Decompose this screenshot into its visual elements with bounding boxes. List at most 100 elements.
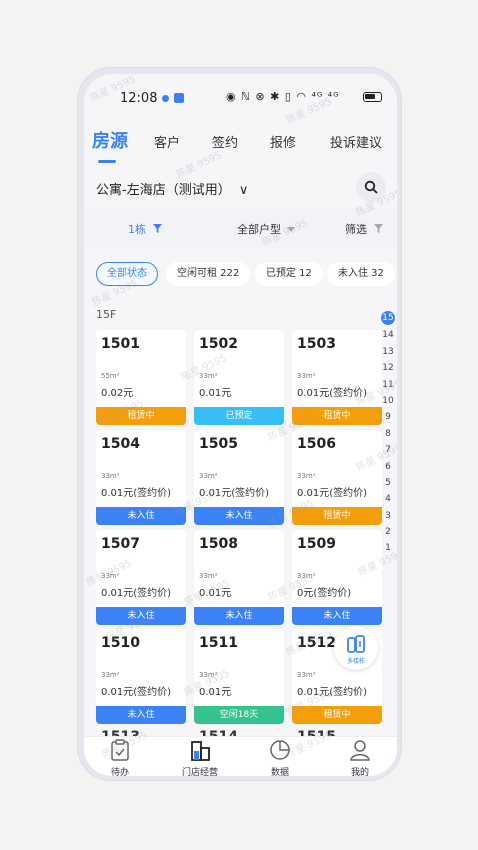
chevron-down-icon: ∨: [238, 183, 249, 198]
room-card[interactable]: 1505 33m² 0.01元(签约价) 未入住: [194, 430, 284, 525]
room-card[interactable]: 1502 33m² 0.01元已预定: [194, 330, 284, 425]
room-number: 1512: [297, 635, 336, 651]
floor-index-item[interactable]: 15: [381, 311, 395, 325]
room-number: 1502: [199, 336, 238, 352]
nav-data[interactable]: 数据: [250, 737, 310, 776]
room-card[interactable]: 1508 33m² 0.01元 未入住: [194, 530, 284, 625]
room-status-badge: 未入住: [194, 607, 284, 625]
screen-filter[interactable]: 筛选: [345, 221, 383, 237]
room-price: 0.01元(签约价): [297, 488, 368, 499]
unit-type-filter[interactable]: 全部户型: [237, 221, 295, 237]
status-bar: 12:08 ◉ ℕ ⊗ ✱ ▯ ◠ ⁴ᴳ ⁴ᴳ: [84, 74, 397, 118]
chip-reserved[interactable]: 已预定 12: [255, 262, 323, 286]
app-notification-icon: [174, 93, 184, 103]
room-number: 1503: [297, 336, 336, 352]
room-area: 33m²: [199, 472, 218, 480]
room-card[interactable]: 1506 33m² 0.01元(签约价) 租赁中: [292, 430, 382, 525]
room-number: 1505: [199, 436, 238, 452]
room-status-badge: 空闲18天: [194, 706, 284, 724]
room-status-badge: 租赁中: [292, 706, 382, 724]
room-number: 1504: [101, 436, 140, 452]
floor-index-item[interactable]: 8: [381, 426, 395, 442]
room-card[interactable]: 1509 33m² 0元(签约价) 未入住: [292, 530, 382, 625]
phone-frame: 12:08 ◉ ℕ ⊗ ✱ ▯ ◠ ⁴ᴳ ⁴ᴳ 房源 客户 签约 报修 投诉建议…: [77, 67, 402, 781]
store-name: 公寓-左海店（测试用）: [96, 183, 231, 198]
store-building-icon: [191, 741, 210, 761]
tab-complaints[interactable]: 投诉建议: [330, 132, 382, 151]
room-area: 33m²: [297, 572, 316, 580]
nav-profile[interactable]: 我的: [330, 737, 390, 776]
multi-building-button[interactable]: 多楼栋: [334, 626, 378, 670]
floor-index-item[interactable]: 10: [381, 393, 395, 409]
floor-index-item[interactable]: 4: [381, 491, 395, 507]
room-area: 33m²: [199, 372, 218, 380]
room-area: 55m²: [101, 372, 120, 380]
room-price: 0.01元: [199, 388, 232, 399]
floor-index-item[interactable]: 3: [381, 508, 395, 524]
room-price: 0.01元(签约价): [199, 488, 270, 499]
room-number: 1507: [101, 536, 140, 552]
room-number: 1509: [297, 536, 336, 552]
store-selector[interactable]: 公寓-左海店（测试用） ∨: [96, 179, 248, 198]
battery-icon: [363, 92, 382, 102]
floor-index-item[interactable]: 11: [381, 377, 395, 393]
room-card[interactable]: 1511 33m² 0.01元 空闲18天: [194, 629, 284, 724]
floor-index-item[interactable]: 1: [381, 540, 395, 556]
floor-index-item[interactable]: 6: [381, 459, 395, 475]
room-price: 0元(签约价): [297, 588, 352, 599]
chip-all-status[interactable]: 全部状态: [96, 262, 158, 286]
room-area: 33m²: [297, 372, 316, 380]
floor-index-item[interactable]: 2: [381, 524, 395, 540]
status-icons: ◉ ℕ ⊗ ✱ ▯ ◠ ⁴ᴳ ⁴ᴳ: [226, 90, 340, 103]
floor-index-item[interactable]: 13: [381, 344, 395, 360]
room-status-badge: 已预定: [194, 407, 284, 425]
app-screen: 12:08 ◉ ℕ ⊗ ✱ ▯ ◠ ⁴ᴳ ⁴ᴳ 房源 客户 签约 报修 投诉建议…: [84, 74, 397, 776]
floor-index-item[interactable]: 14: [381, 327, 395, 343]
room-price: 0.02元: [101, 388, 134, 399]
floor-index-item[interactable]: 9: [381, 409, 395, 425]
filter-bar: 1栋 全部户型 筛选: [84, 208, 397, 248]
multi-building-label: 多楼栋: [346, 658, 365, 665]
tab-listings[interactable]: 房源: [92, 127, 128, 153]
clipboard-icon: [111, 739, 129, 761]
room-card[interactable]: 1507 33m² 0.01元(签约价) 未入住: [96, 530, 186, 625]
caret-down-icon: [286, 227, 295, 232]
room-price: 0.01元(签约价): [101, 588, 172, 599]
nav-todo-label: 待办: [110, 768, 129, 776]
chip-not-moved-in[interactable]: 未入住 32: [327, 262, 395, 286]
tab-repairs[interactable]: 报修: [270, 132, 296, 151]
building-filter-label: 1栋: [128, 223, 146, 236]
room-price: 0.01元(签约价): [297, 388, 368, 399]
pie-chart-icon: [270, 740, 290, 760]
room-status-badge: 租赁中: [292, 407, 382, 425]
nav-profile-label: 我的: [350, 768, 369, 776]
search-icon: [364, 180, 378, 194]
search-button[interactable]: [356, 172, 386, 202]
room-area: 33m²: [101, 671, 120, 679]
room-area: 33m²: [297, 671, 316, 679]
chip-vacant[interactable]: 空闲可租 222: [166, 262, 251, 286]
room-card[interactable]: 1503 33m² 0.01元(签约价) 租赁中: [292, 330, 382, 425]
room-price: 0.01元(签约价): [101, 488, 172, 499]
room-status-badge: 未入住: [96, 507, 186, 525]
status-time: 12:08: [120, 91, 158, 106]
tab-contracts[interactable]: 签约: [212, 132, 238, 151]
room-card[interactable]: 1504 33m² 0.01元(签约价) 未入住: [96, 430, 186, 525]
room-card[interactable]: 1501 55m² 0.02元 租赁中: [96, 330, 186, 425]
room-status-badge: 未入住: [194, 507, 284, 525]
nav-store-ops[interactable]: 门店经营: [170, 737, 230, 776]
building-filter[interactable]: 1栋: [128, 221, 162, 237]
store-selector-row: 公寓-左海店（测试用） ∨: [84, 170, 397, 206]
nav-todo[interactable]: 待办: [90, 737, 150, 776]
room-status-badge: 租赁中: [96, 407, 186, 425]
room-number: 1506: [297, 436, 336, 452]
floor-index-item[interactable]: 7: [381, 442, 395, 458]
room-price: 0.01元(签约价): [297, 687, 368, 698]
tab-customers[interactable]: 客户: [154, 132, 180, 151]
room-area: 33m²: [199, 572, 218, 580]
floor-index-item[interactable]: 5: [381, 475, 395, 491]
floor-index-item[interactable]: 12: [381, 360, 395, 376]
filter-funnel-icon: [373, 224, 383, 233]
floor-index-bar[interactable]: 15 14 13 12 11 10 9 8 7 6 5 4 3 2 1: [381, 311, 395, 557]
room-card[interactable]: 1510 33m² 0.01元(签约价) 未入住: [96, 629, 186, 724]
